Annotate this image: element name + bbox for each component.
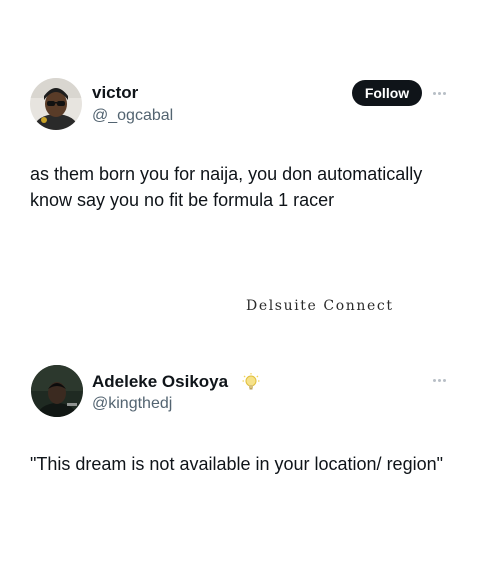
lightbulb-icon — [242, 373, 260, 390]
tweet-text: "This dream is not available in your loc… — [30, 454, 443, 474]
user-handle[interactable]: @_ogcabal — [92, 106, 173, 126]
tweet-text: as them born you for naija, you don auto… — [30, 164, 423, 210]
more-horizontal-icon[interactable] — [433, 92, 446, 95]
user-handle[interactable]: @kingthedj — [92, 394, 172, 414]
avatar-image — [30, 78, 82, 130]
avatar[interactable] — [30, 78, 82, 130]
avatar[interactable] — [31, 365, 83, 417]
display-name[interactable]: victor — [92, 83, 138, 103]
follow-button[interactable]: Follow — [352, 80, 422, 106]
display-name[interactable]: Adeleke Osikoya — [92, 372, 228, 392]
watermark-text: Delsuite Connect — [246, 298, 394, 314]
avatar-image — [31, 365, 83, 417]
page: victor @_ogcabal Follow as them born you… — [0, 0, 480, 573]
more-horizontal-icon[interactable] — [433, 379, 446, 382]
